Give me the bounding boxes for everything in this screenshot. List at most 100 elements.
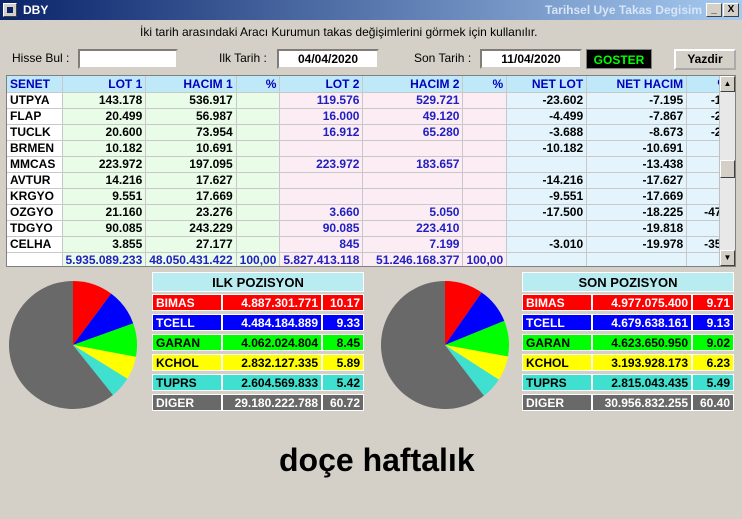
table-cell: 3.855	[62, 236, 147, 253]
scroll-down-icon[interactable]: ▼	[720, 250, 735, 266]
table-cell: -10.691	[586, 140, 688, 157]
column-header[interactable]: %	[462, 76, 508, 93]
position-row: TCELL 4.484.184.889 9.33	[152, 314, 364, 331]
table-cell: 20.499	[62, 108, 147, 125]
table-cell: 7.199	[362, 236, 464, 253]
position-symbol: TCELL	[152, 314, 222, 331]
position-value: 4.679.638.161	[592, 314, 692, 331]
close-button[interactable]: X	[723, 3, 739, 17]
position-percent: 60.72	[322, 394, 364, 411]
table-cell	[462, 156, 508, 173]
window-icon[interactable]	[3, 3, 17, 17]
yazdir-button[interactable]: Yazdir	[674, 49, 736, 70]
data-grid[interactable]: SENET LOT 1 HACIM 1% LOT 2 HACIM 2% NET LOT NE…	[6, 75, 736, 267]
totals-cell: 5.827.413.118	[279, 252, 364, 266]
position-percent: 5.42	[322, 374, 364, 391]
position-row: TCELL 4.679.638.161 9.13	[522, 314, 734, 331]
table-row[interactable]: TUCLK 20.600 73.954 16.912 65.280 -3.688 -8.67…	[7, 124, 733, 141]
son-tarih-field[interactable]: 11/04/2020	[480, 49, 582, 69]
table-cell: TDGYO	[7, 220, 63, 237]
table-cell: -17.669	[586, 188, 688, 205]
position-symbol: KCHOL	[522, 354, 592, 371]
son-pozisyon-pie-chart	[381, 281, 509, 409]
table-cell	[462, 220, 508, 237]
table-cell: CELHA	[7, 236, 63, 253]
table-row[interactable]: UTPYA 143.178 536.917 119.576 529.721 -23.602…	[7, 92, 733, 109]
table-cell: 845	[279, 236, 364, 253]
position-percent: 9.71	[692, 294, 734, 311]
table-cell: -4.499	[506, 108, 588, 125]
scroll-thumb[interactable]	[720, 160, 735, 178]
table-cell	[236, 140, 281, 157]
hisse-search-input[interactable]	[78, 49, 178, 69]
column-header[interactable]: HACIM 2	[362, 76, 464, 93]
table-cell: -13.438	[586, 156, 688, 173]
table-cell: 14.216	[62, 172, 147, 189]
position-value: 29.180.222.788	[222, 394, 322, 411]
table-cell	[236, 172, 281, 189]
table-cell	[462, 172, 508, 189]
table-row[interactable]: OZGYO 21.160 23.276 3.660 5.050 -17.500 -18.22…	[7, 204, 733, 221]
position-symbol: GARAN	[152, 334, 222, 351]
table-cell: 16.912	[279, 124, 364, 141]
position-percent: 9.02	[692, 334, 734, 351]
column-header[interactable]: %	[236, 76, 281, 93]
table-cell: -19.818	[586, 220, 688, 237]
position-row: GARAN 4.062.024.804 8.45	[152, 334, 364, 351]
position-percent: 6.23	[692, 354, 734, 371]
table-cell: -3.010	[506, 236, 588, 253]
table-cell: 529.721	[362, 92, 464, 109]
table-cell: 21.160	[62, 204, 147, 221]
column-header[interactable]: LOT 2	[279, 76, 364, 93]
table-cell: 243.229	[145, 220, 237, 237]
table-row[interactable]: BRMEN 10.182 10.691 -10.182 -10.691	[7, 140, 733, 157]
table-cell: 17.669	[145, 188, 237, 205]
table-cell: 20.600	[62, 124, 147, 141]
table-cell: -7.867	[586, 108, 688, 125]
table-cell: 223.972	[62, 156, 147, 173]
table-cell: -9.551	[506, 188, 588, 205]
table-cell: AVTUR	[7, 172, 63, 189]
scroll-up-icon[interactable]: ▲	[720, 76, 735, 92]
vertical-scrollbar[interactable]: ▲ ▼	[719, 76, 735, 266]
takas-table: SENET LOT 1 HACIM 1% LOT 2 HACIM 2% NET LOT NE…	[7, 76, 733, 266]
table-row[interactable]: AVTUR 14.216 17.627 -14.216 -17.627	[7, 172, 733, 189]
position-symbol: GARAN	[522, 334, 592, 351]
table-cell	[362, 140, 464, 157]
position-value: 30.956.832.255	[592, 394, 692, 411]
position-row: BIMAS 4.887.301.771 10.17	[152, 294, 364, 311]
position-row: GARAN 4.623.650.950 9.02	[522, 334, 734, 351]
column-header[interactable]: NET HACIM	[586, 76, 688, 93]
column-header[interactable]: LOT 1	[62, 76, 147, 93]
table-cell: -17.500	[506, 204, 588, 221]
position-row: TUPRS 2.604.569.833 5.42	[152, 374, 364, 391]
position-row: KCHOL 3.193.928.173 6.23	[522, 354, 734, 371]
table-cell	[236, 156, 281, 173]
position-value: 4.887.301.771	[222, 294, 322, 311]
table-cell: 536.917	[145, 92, 237, 109]
table-row[interactable]: FLAP 20.499 56.987 16.000 49.120 -4.499 -7.867…	[7, 108, 733, 125]
column-header[interactable]: SENET	[7, 76, 63, 93]
table-row[interactable]: KRGYO 9.551 17.669 -9.551 -17.669	[7, 188, 733, 205]
position-symbol: BIMAS	[522, 294, 592, 311]
title-bar: DBY Tarihsel Uye Takas Degisim _ X	[0, 0, 742, 20]
position-percent: 5.49	[692, 374, 734, 391]
column-header[interactable]: HACIM 1	[145, 76, 237, 93]
goster-button[interactable]: GOSTER	[586, 49, 652, 69]
table-row[interactable]: TDGYO 90.085 243.229 90.085 223.410 -19.818	[7, 220, 733, 237]
table-cell: 73.954	[145, 124, 237, 141]
column-header[interactable]: NET LOT	[506, 76, 588, 93]
totals-cell: 48.050.431.422	[145, 252, 237, 266]
totals-cell: 51.246.168.377	[362, 252, 464, 266]
table-cell	[462, 124, 508, 141]
hisse-label: Hisse Bul :	[12, 51, 70, 65]
totals-cell	[506, 252, 588, 266]
table-cell	[236, 188, 281, 205]
table-cell: 23.276	[145, 204, 237, 221]
table-row[interactable]: CELHA 3.855 27.177 845 7.199 -3.010 -19.978 -35…	[7, 236, 733, 253]
window-title: DBY	[23, 3, 49, 17]
minimize-button[interactable]: _	[706, 3, 722, 17]
table-cell: OZGYO	[7, 204, 63, 221]
ilk-tarih-field[interactable]: 04/04/2020	[277, 49, 379, 69]
table-row[interactable]: MMCAS 223.972 197.095 223.972 183.657 -13.438	[7, 156, 733, 173]
